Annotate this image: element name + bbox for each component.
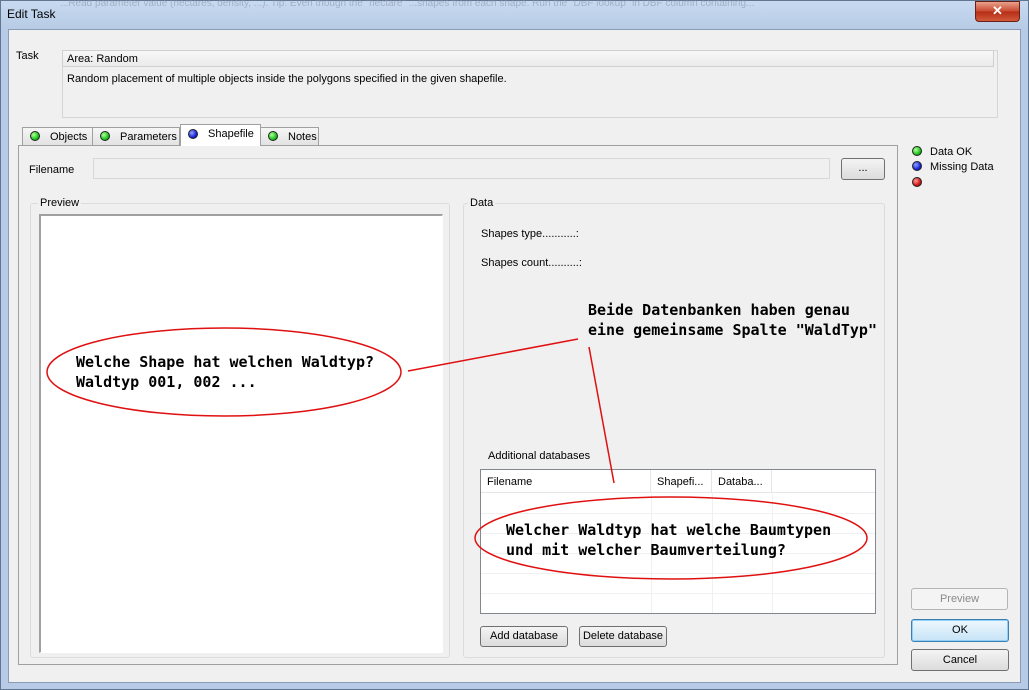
status-ok-icon — [268, 131, 278, 141]
preview-canvas[interactable] — [39, 214, 443, 653]
close-icon: ✕ — [992, 3, 1003, 18]
column-header-database[interactable]: Databa... — [712, 470, 772, 492]
tab-label: Shapefile — [208, 128, 254, 140]
status-missing-icon — [912, 161, 922, 171]
filename-field[interactable] — [93, 158, 830, 179]
shapes-type-label: Shapes type...........: — [481, 228, 579, 240]
legend-label: Data OK — [930, 146, 973, 158]
table-header: Filename Shapefi... Databa... — [481, 470, 875, 493]
annotation-line: eine gemeinsame Spalte "WaldTyp" — [588, 321, 877, 339]
filename-label: Filename — [29, 164, 75, 176]
legend-data-ok: Data OK — [912, 146, 972, 160]
annotation-line: Beide Datenbanken haben genau — [588, 301, 850, 319]
cancel-button[interactable]: Cancel — [911, 649, 1009, 671]
window-title: Edit Task — [7, 7, 56, 21]
annotation-line: Waldtyp 001, 002 ... — [76, 373, 257, 391]
delete-database-button[interactable]: Delete database — [579, 626, 667, 647]
column-header-shapefile[interactable]: Shapefi... — [651, 470, 712, 492]
preview-caption: Preview — [38, 197, 82, 209]
title-bar[interactable]: ...Read parameter value (hectares, densi… — [0, 0, 1027, 28]
task-label: Task — [16, 50, 39, 62]
annotation-right-top: Beide Datenbanken haben genau eine gemei… — [588, 300, 877, 340]
close-button[interactable]: ✕ — [975, 1, 1020, 22]
data-caption: Data — [468, 197, 496, 209]
annotation-left: Welche Shape hat welchen Waldtyp? Waldty… — [76, 352, 374, 392]
background-window-text: ...Read parameter value (hectares, densi… — [60, 0, 755, 9]
additional-databases-caption: Additional databases — [488, 450, 591, 462]
tab-label: Objects — [50, 131, 88, 143]
table-row — [481, 593, 875, 594]
tab-notes[interactable]: Notes — [260, 127, 319, 145]
browse-button[interactable]: ... — [841, 158, 885, 180]
legend-missing-data: Missing Data — [912, 161, 994, 175]
task-title: Area: Random — [62, 50, 994, 67]
tab-objects[interactable]: Objects — [22, 127, 93, 145]
status-missing-icon — [188, 129, 198, 139]
tab-parameters[interactable]: Parameters — [92, 127, 180, 145]
status-ok-icon — [100, 131, 110, 141]
legend-label: Missing Data — [930, 161, 994, 173]
ok-button[interactable]: OK — [911, 619, 1009, 642]
status-ok-icon — [30, 131, 40, 141]
tab-label: Notes — [288, 131, 317, 143]
table-row — [481, 513, 875, 514]
task-description: Random placement of multiple objects ins… — [67, 73, 507, 85]
tab-shapefile[interactable]: Shapefile — [180, 124, 261, 146]
annotation-bottom: Welcher Waldtyp hat welche Baumtypen und… — [506, 520, 831, 560]
status-error-icon — [912, 177, 922, 187]
preview-button[interactable]: Preview — [911, 588, 1008, 610]
annotation-line: und mit welcher Baumverteilung? — [506, 541, 786, 559]
status-ok-icon — [912, 146, 922, 156]
add-database-button[interactable]: Add database — [480, 626, 568, 647]
column-header-filename[interactable]: Filename — [481, 470, 651, 492]
legend-error — [912, 177, 930, 191]
table-row — [481, 573, 875, 574]
tab-label: Parameters — [120, 131, 177, 143]
annotation-line: Welcher Waldtyp hat welche Baumtypen — [506, 521, 832, 539]
annotation-line: Welche Shape hat welchen Waldtyp? — [76, 353, 375, 371]
shapes-count-label: Shapes count..........: — [481, 257, 582, 269]
